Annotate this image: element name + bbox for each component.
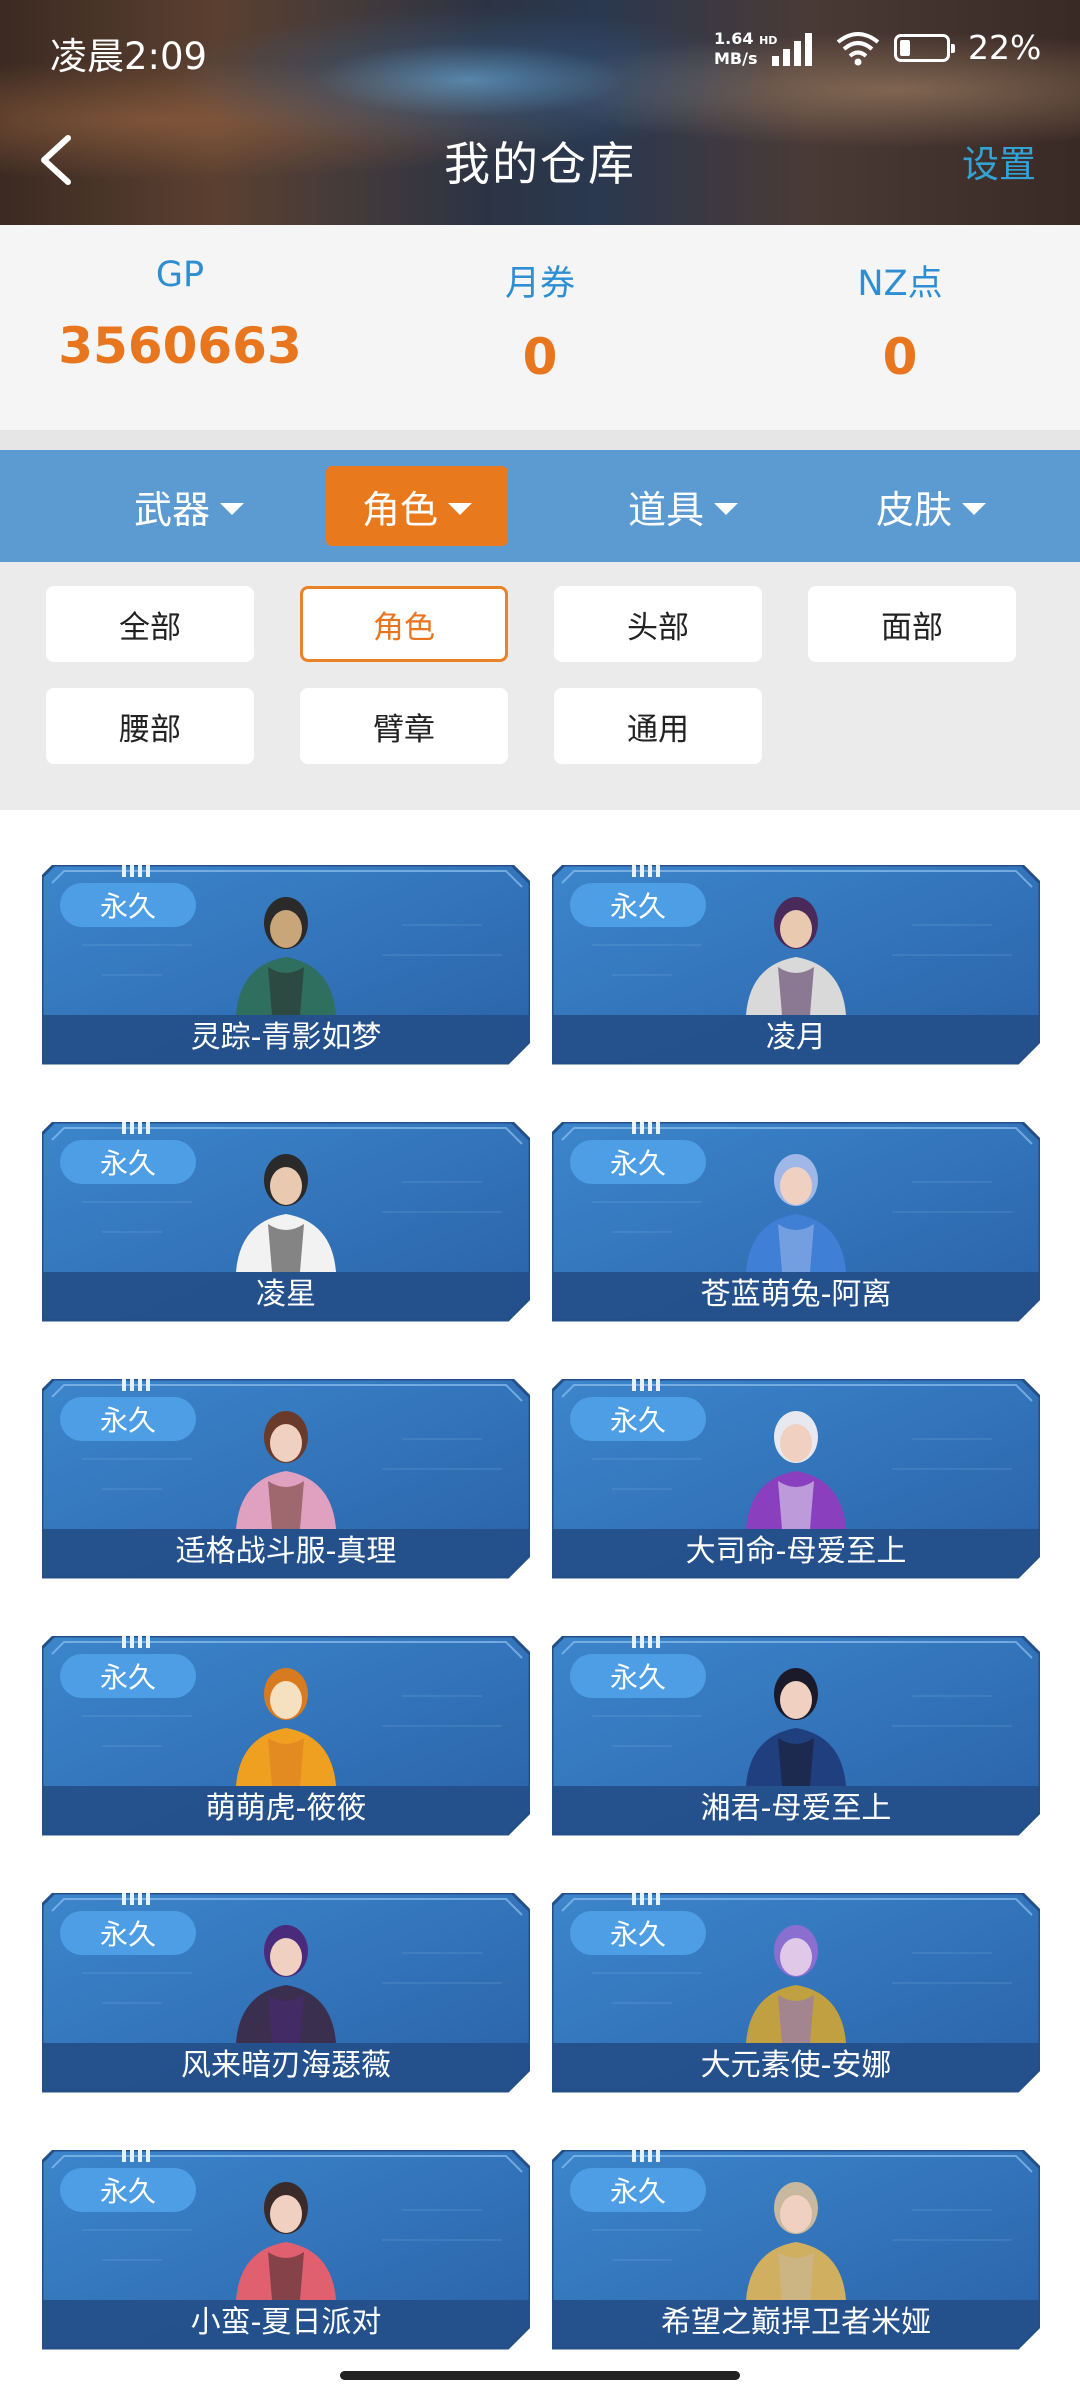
filter-general[interactable]: 通用 bbox=[554, 688, 762, 764]
item-name: 凌月 bbox=[766, 1020, 826, 1055]
filter-face[interactable]: 面部 bbox=[808, 586, 1016, 662]
item-name: 凌星 bbox=[256, 1277, 316, 1312]
balance-label: NZ点 bbox=[857, 264, 943, 304]
item-card[interactable]: 永久湘君-母爱至上 bbox=[552, 1636, 1040, 1836]
wifi-icon bbox=[836, 32, 880, 66]
item-card[interactable]: 永久小蛮-夏日派对 bbox=[42, 2150, 530, 2350]
battery-percent: 22% bbox=[968, 28, 1042, 67]
character-portrait bbox=[746, 1925, 846, 2043]
item-name: 苍蓝萌兔-阿离 bbox=[700, 1277, 892, 1312]
status-time: 凌晨2:09 bbox=[50, 35, 208, 78]
category-tabs: 武器 角色 道具 皮肤 bbox=[0, 450, 1080, 562]
character-portrait bbox=[746, 1411, 846, 1529]
tab-weapons[interactable]: 武器 bbox=[104, 466, 274, 546]
item-card[interactable]: 永久凌星 bbox=[42, 1122, 530, 1322]
signal-icon bbox=[772, 33, 812, 66]
filter-waist[interactable]: 腰部 bbox=[46, 688, 254, 764]
item-name: 大元素使-安娜 bbox=[700, 2048, 892, 2083]
balance-monthly-coupon: 月券 0 bbox=[360, 225, 720, 386]
permanent-badge: 永久 bbox=[570, 883, 706, 927]
caret-down-icon bbox=[220, 503, 244, 515]
character-portrait bbox=[236, 1668, 336, 1786]
character-portrait bbox=[746, 1668, 846, 1786]
item-card[interactable]: 永久大司命-母爱至上 bbox=[552, 1379, 1040, 1579]
item-card[interactable]: 永久灵踪-青影如梦 bbox=[42, 865, 530, 1065]
character-portrait bbox=[236, 2182, 336, 2300]
character-portrait bbox=[746, 1154, 846, 1272]
caret-down-icon bbox=[448, 503, 472, 515]
character-portrait bbox=[236, 1154, 336, 1272]
tab-items[interactable]: 道具 bbox=[598, 466, 768, 546]
permanent-badge: 永久 bbox=[60, 1911, 196, 1955]
tab-label: 武器 bbox=[133, 487, 210, 532]
tab-label: 皮肤 bbox=[875, 487, 952, 532]
balance-label: GP bbox=[155, 255, 205, 295]
item-card[interactable]: 永久苍蓝萌兔-阿离 bbox=[552, 1122, 1040, 1322]
filter-character[interactable]: 角色 bbox=[300, 586, 508, 662]
battery-icon bbox=[894, 34, 955, 62]
tab-skins[interactable]: 皮肤 bbox=[846, 466, 1016, 546]
permanent-badge: 永久 bbox=[60, 1140, 196, 1184]
filter-head[interactable]: 头部 bbox=[554, 586, 762, 662]
page-title: 我的仓库 bbox=[444, 137, 636, 191]
character-portrait bbox=[236, 897, 336, 1015]
item-card[interactable]: 永久萌萌虎-筱筱 bbox=[42, 1636, 530, 1836]
tab-label: 道具 bbox=[627, 487, 704, 532]
status-bar: 凌晨2:09 1.64 HD MB/s 22% bbox=[0, 0, 1080, 100]
item-card[interactable]: 永久大元素使-安娜 bbox=[552, 1893, 1040, 2093]
permanent-badge: 永久 bbox=[60, 2168, 196, 2212]
character-portrait bbox=[236, 1411, 336, 1529]
item-name: 希望之巅捍卫者米娅 bbox=[661, 2305, 931, 2340]
balance-label: 月券 bbox=[504, 264, 575, 304]
network-speed: 1.64 HD MB/s bbox=[714, 30, 777, 68]
item-name: 大司命-母爱至上 bbox=[685, 1534, 907, 1569]
item-card[interactable]: 永久适格战斗服-真理 bbox=[42, 1379, 530, 1579]
permanent-badge: 永久 bbox=[570, 1654, 706, 1698]
filter-chips: 全部 角色 头部 面部 腰部 臂章 通用 bbox=[0, 562, 1080, 810]
item-name: 灵踪-青影如梦 bbox=[190, 1020, 382, 1055]
balance-gp: GP 3560663 bbox=[0, 225, 360, 375]
network-speed-unit: MB/s bbox=[714, 49, 758, 68]
balance-value: 0 bbox=[522, 328, 558, 386]
currency-balances: GP 3560663 月券 0 NZ点 0 bbox=[0, 225, 1080, 430]
item-card[interactable]: 永久希望之巅捍卫者米娅 bbox=[552, 2150, 1040, 2350]
settings-link[interactable]: 设置 bbox=[962, 134, 1036, 188]
balance-nz-points: NZ点 0 bbox=[720, 225, 1080, 386]
item-name: 适格战斗服-真理 bbox=[175, 1534, 397, 1569]
divider bbox=[0, 430, 1080, 450]
permanent-badge: 永久 bbox=[570, 1397, 706, 1441]
item-name: 萌萌虎-筱筱 bbox=[205, 1791, 367, 1826]
permanent-badge: 永久 bbox=[570, 1911, 706, 1955]
filter-armband[interactable]: 臂章 bbox=[300, 688, 508, 764]
balance-value: 3560663 bbox=[58, 317, 302, 375]
permanent-badge: 永久 bbox=[570, 1140, 706, 1184]
balance-value: 0 bbox=[882, 328, 918, 386]
inventory-grid: 永久 灵踪-青影如梦 永久 凌月 永久 凌星 永久 苍蓝萌兔-阿离 永久 适格战斗服-真理 永久 大司… bbox=[0, 810, 1080, 2400]
caret-down-icon bbox=[714, 503, 738, 515]
item-name: 湘君-母爱至上 bbox=[700, 1791, 892, 1826]
network-speed-value: 1.64 bbox=[714, 29, 754, 48]
filter-all[interactable]: 全部 bbox=[46, 586, 254, 662]
permanent-badge: 永久 bbox=[60, 1397, 196, 1441]
permanent-badge: 永久 bbox=[60, 883, 196, 927]
character-portrait bbox=[236, 1925, 336, 2043]
caret-down-icon bbox=[962, 503, 986, 515]
home-indicator[interactable] bbox=[340, 2371, 740, 2380]
character-portrait bbox=[746, 2182, 846, 2300]
item-name: 小蛮-夏日派对 bbox=[190, 2305, 382, 2340]
character-portrait bbox=[746, 897, 846, 1015]
item-card[interactable]: 永久风来暗刃海瑟薇 bbox=[42, 1893, 530, 2093]
item-name: 风来暗刃海瑟薇 bbox=[181, 2048, 391, 2083]
header-banner: 凌晨2:09 1.64 HD MB/s 22% 我的仓库 设置 bbox=[0, 0, 1080, 225]
item-card[interactable]: 永久凌月 bbox=[552, 865, 1040, 1065]
permanent-badge: 永久 bbox=[570, 2168, 706, 2212]
tab-label: 角色 bbox=[361, 487, 438, 532]
permanent-badge: 永久 bbox=[60, 1654, 196, 1698]
tab-characters[interactable]: 角色 bbox=[326, 466, 508, 546]
